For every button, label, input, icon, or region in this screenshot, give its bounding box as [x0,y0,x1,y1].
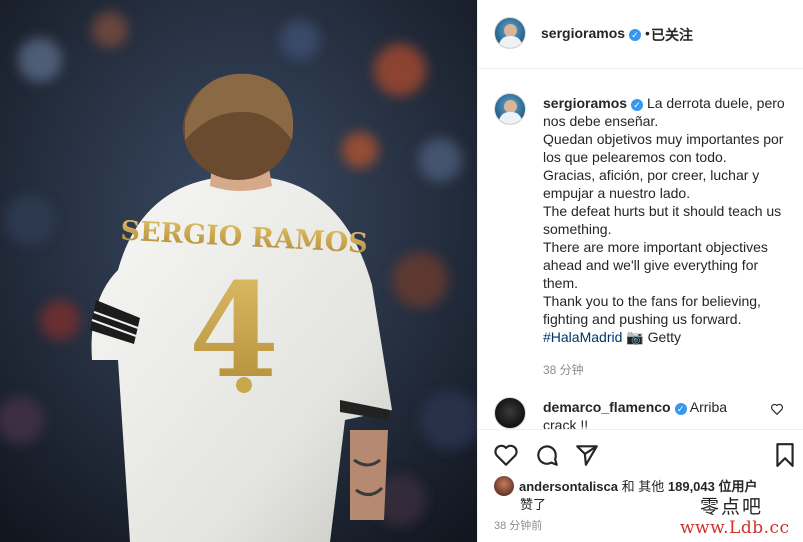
liker-username[interactable]: andersontalisca [519,479,618,494]
caption-line-3: Gracias, afición, por creer, luchar y em… [543,167,760,201]
verified-badge-icon: ✓ [631,99,644,111]
verified-badge-icon: ✓ [629,29,642,41]
action-bar [478,429,803,477]
post-caption: sergioramos ✓ La derrota duele, pero nos … [543,94,791,346]
likes-connector: 和 其他 [621,479,665,494]
caption-line-6: Thank you to the fans for believing, fig… [543,293,761,327]
comments-panel[interactable]: sergioramos ✓ La derrota duele, pero nos … [478,69,803,429]
caption-avatar[interactable] [494,93,526,125]
photo-credit: Getty [647,329,682,345]
commenter-username[interactable]: demarco_flamenco [543,399,671,415]
watermark-top: 零点吧 [700,496,764,518]
post-timestamp[interactable]: 38 分钟前 [494,517,542,533]
post-photo: SERGIO RAMOS 4 [0,0,477,542]
caption-timestamp[interactable]: 38 分钟 [543,361,584,378]
caption-line-4: The defeat hurts but it should teach us … [543,203,782,237]
hashtag-link[interactable]: #HalaMadrid [543,329,622,345]
comment-icon[interactable] [534,442,560,468]
following-button[interactable]: 已关注 [651,25,693,45]
caption-line-5: There are more important objectives ahea… [543,239,768,291]
username-link[interactable]: sergioramos [541,25,625,41]
share-icon[interactable] [574,442,600,468]
heart-icon[interactable] [493,442,519,468]
watermark: 零点吧 www.Ldb.cc [680,492,803,542]
caption-line-2: Quedan objetivos muy importantes por los… [543,131,784,165]
post-sidebar: sergioramos ✓ • 已关注 sergioramos ✓ La derro… [477,0,803,542]
caption-username[interactable]: sergioramos [543,95,627,111]
commenter-avatar[interactable] [494,397,526,429]
camera-icon: 📷 [626,329,644,345]
likes-suffix-2: 赞了 [520,497,547,512]
liker-avatar[interactable] [494,476,514,496]
post-header: sergioramos ✓ • 已关注 [478,0,803,69]
avatar[interactable] [494,17,526,49]
jersey-number: 4 [189,254,279,407]
bookmark-icon[interactable] [772,442,798,468]
verified-badge-icon: ✓ [674,403,687,415]
comment-item: demarco_flamenco ✓ Arriba crack !! [543,398,753,429]
small-heart-icon[interactable] [770,402,784,416]
watermark-bottom: www.Ldb.cc [680,518,790,538]
